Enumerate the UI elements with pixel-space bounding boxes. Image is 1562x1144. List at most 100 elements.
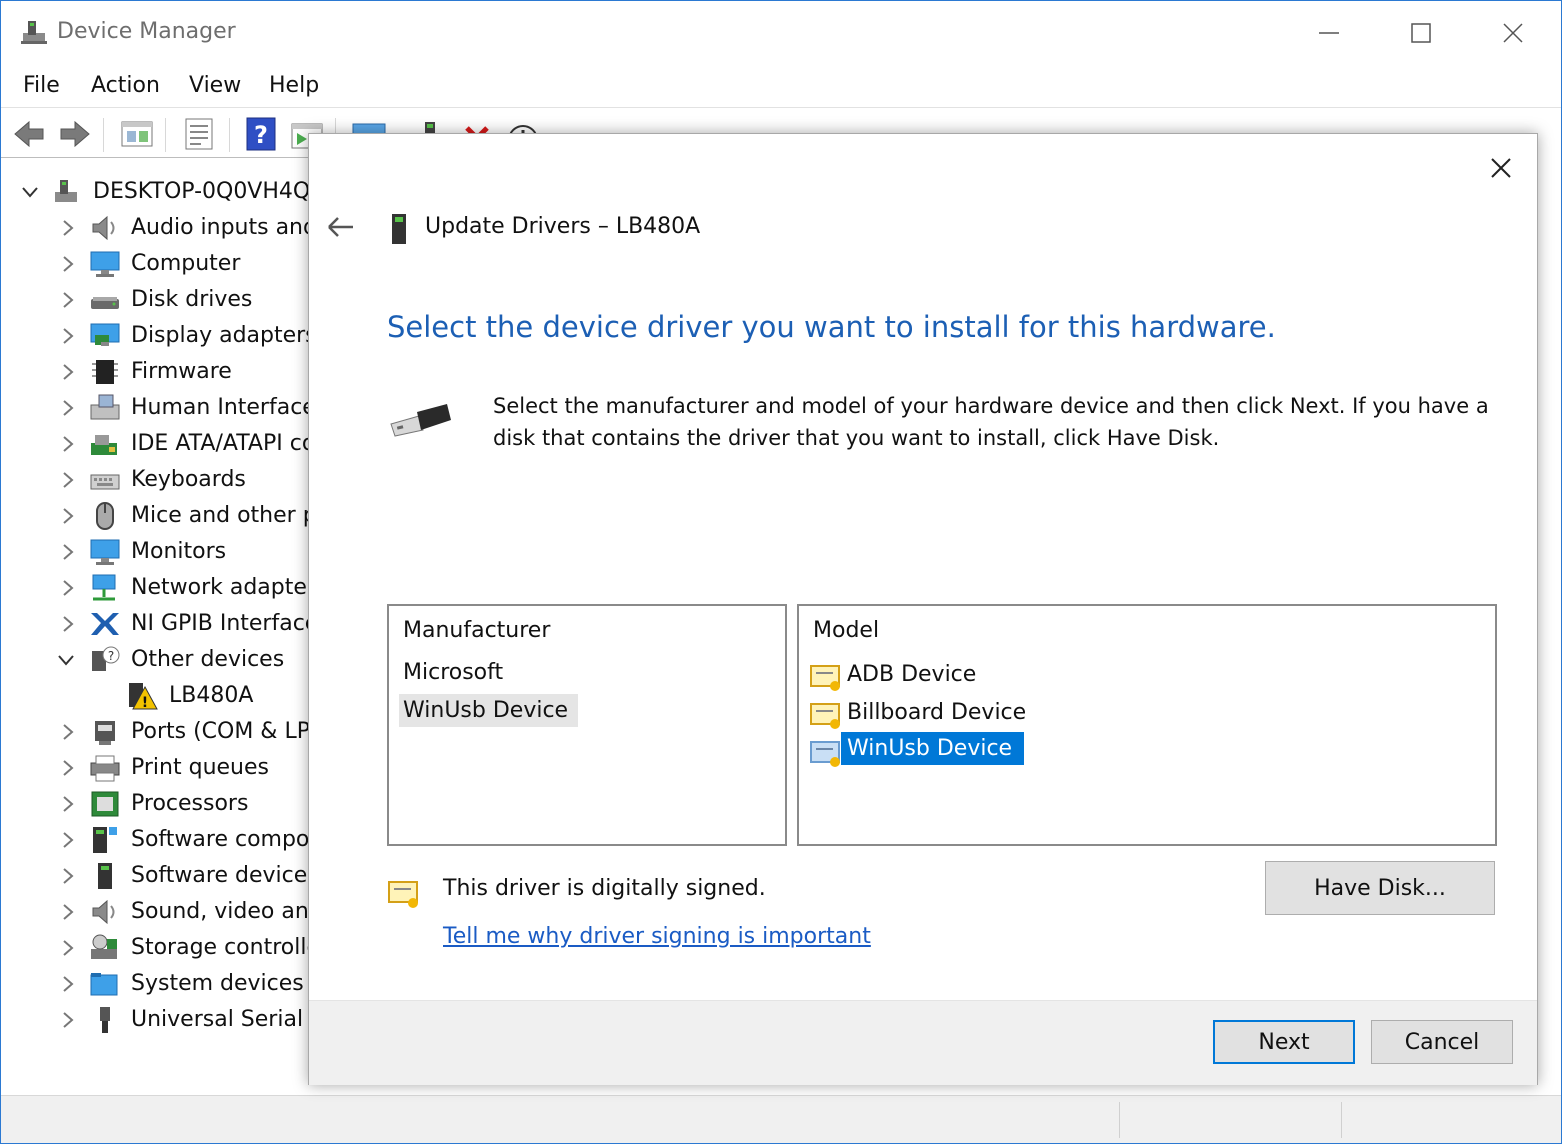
help-icon[interactable]: ? [243,116,279,152]
tree-item[interactable]: Computer [1,246,321,282]
dialog-footer: Next Cancel [309,1000,1537,1085]
chevron-right-icon[interactable] [61,1011,75,1029]
tree-item[interactable]: NI GPIB Interfaces [1,606,330,642]
chevron-right-icon[interactable] [61,327,75,345]
manufacturer-item-winusb[interactable]: WinUsb Device [399,694,579,727]
tree-item[interactable]: Software compor [1,822,321,858]
dialog-heading: Select the device driver you want to ins… [387,310,1276,344]
tree-item-label: Processors [131,791,249,816]
tree-item-label: Storage controlle [131,935,320,960]
cancel-button[interactable]: Cancel [1371,1020,1513,1064]
close-icon [1503,23,1523,43]
driver-certificate-icon [810,703,840,729]
tree-item[interactable]: Audio inputs and [1,210,321,246]
status-separator [1119,1102,1120,1138]
tree-item-label: Firmware [131,359,232,384]
driver-signing-link[interactable]: Tell me why driver signing is important [443,924,871,949]
tree-item[interactable]: Firmware [1,354,321,390]
tree-item[interactable]: Software devices [1,858,321,894]
chevron-right-icon[interactable] [61,219,75,237]
tree-item[interactable]: ! LB480A [1,678,321,714]
chevron-down-icon[interactable] [57,651,75,669]
chevron-right-icon[interactable] [61,975,75,993]
chevron-right-icon[interactable] [61,867,75,885]
chevron-right-icon[interactable] [61,795,75,813]
title-bar[interactable]: Device Manager [1,1,1561,63]
tree-root[interactable]: DESKTOP-0Q0VH4Q [1,174,321,210]
tree-item[interactable]: Storage controlle [1,930,321,966]
tree-item-label: Software devices [131,863,319,888]
model-item-winusb-selected[interactable]: WinUsb Device [841,732,1025,765]
dialog-description: Select the manufacturer and model of you… [493,394,1489,450]
monitor-icon [90,251,120,277]
menu-action[interactable]: Action [91,73,160,98]
storage-icon [91,934,117,959]
tree-item[interactable]: System devices [1,966,321,1002]
chevron-right-icon[interactable] [61,543,75,561]
chevron-down-icon[interactable] [21,184,39,200]
tree-item[interactable]: Print queues [1,750,321,786]
tree-item[interactable]: IDE ATA/ATAPI cor [1,426,324,462]
system-folder-icon [90,973,118,996]
close-window-button[interactable] [1483,11,1543,55]
back-arrow-icon[interactable] [11,116,47,152]
forward-arrow-icon[interactable] [57,116,93,152]
chevron-right-icon[interactable] [61,471,75,489]
ide-controller-icon [91,435,117,455]
tree-item[interactable]: Display adapters [1,318,321,354]
svg-text:?: ? [254,121,268,149]
chevron-right-icon[interactable] [61,399,75,417]
device-icon [392,214,406,244]
chevron-right-icon[interactable] [61,435,75,453]
model-list[interactable]: Model ADB Device Billboard Device WinUsb… [797,604,1497,846]
manufacturer-item-microsoft[interactable]: Microsoft [399,658,507,687]
chevron-right-icon[interactable] [61,291,75,309]
tree-item[interactable]: Human Interface [1,390,321,426]
tree-item-label: Human Interface [131,395,316,420]
chevron-right-icon[interactable] [61,615,75,633]
tree-item[interactable]: Sound, video and [1,894,323,930]
status-separator [1341,1102,1342,1138]
tree-item[interactable]: Processors [1,786,321,822]
tree-item[interactable]: ? Other devices [1,642,321,678]
tree-item-label: Ports (COM & LPT [131,719,324,744]
chevron-right-icon[interactable] [61,579,75,597]
properties-icon[interactable] [181,116,217,152]
menu-file[interactable]: File [23,73,60,98]
dialog-close-button[interactable] [1481,148,1521,188]
minimize-icon [1319,32,1339,34]
next-button[interactable]: Next [1213,1020,1355,1064]
chevron-right-icon[interactable] [61,939,75,957]
chevron-right-icon[interactable] [61,831,75,849]
chevron-right-icon[interactable] [61,759,75,777]
tree-item[interactable]: Monitors [1,534,321,570]
show-hide-tree-icon[interactable] [119,116,155,152]
port-icon [95,721,115,745]
tree-item[interactable]: Mice and other p [1,498,321,534]
chevron-right-icon[interactable] [61,903,75,921]
chevron-right-icon[interactable] [61,723,75,741]
tree-item-label: Disk drives [131,287,253,312]
have-disk-button[interactable]: Have Disk... [1265,861,1495,915]
tree-item-label: Monitors [131,539,227,564]
toolbar-separator [103,118,104,152]
chevron-right-icon[interactable] [61,507,75,525]
tree-item[interactable]: Disk drives [1,282,321,318]
back-arrow-icon[interactable] [325,212,359,242]
tree-item[interactable]: Ports (COM & LPT [1,714,324,750]
software-component-icon [93,827,117,853]
speaker-icon [92,899,115,925]
model-header: Model [813,618,880,643]
tree-item[interactable]: Keyboards [1,462,321,498]
chevron-right-icon[interactable] [61,363,75,381]
manufacturer-list[interactable]: Manufacturer Microsoft WinUsb Device [387,604,787,846]
menu-view[interactable]: View [189,73,241,98]
tree-item[interactable]: Universal Serial B [1,1002,325,1038]
maximize-button[interactable] [1391,11,1451,55]
chevron-right-icon[interactable] [61,255,75,273]
tree-item[interactable]: Network adapters [1,570,327,606]
minimize-button[interactable] [1299,11,1359,55]
menu-help[interactable]: Help [269,73,319,98]
model-item-billboard[interactable]: Billboard Device [843,698,1030,727]
model-item-adb[interactable]: ADB Device [843,660,980,689]
